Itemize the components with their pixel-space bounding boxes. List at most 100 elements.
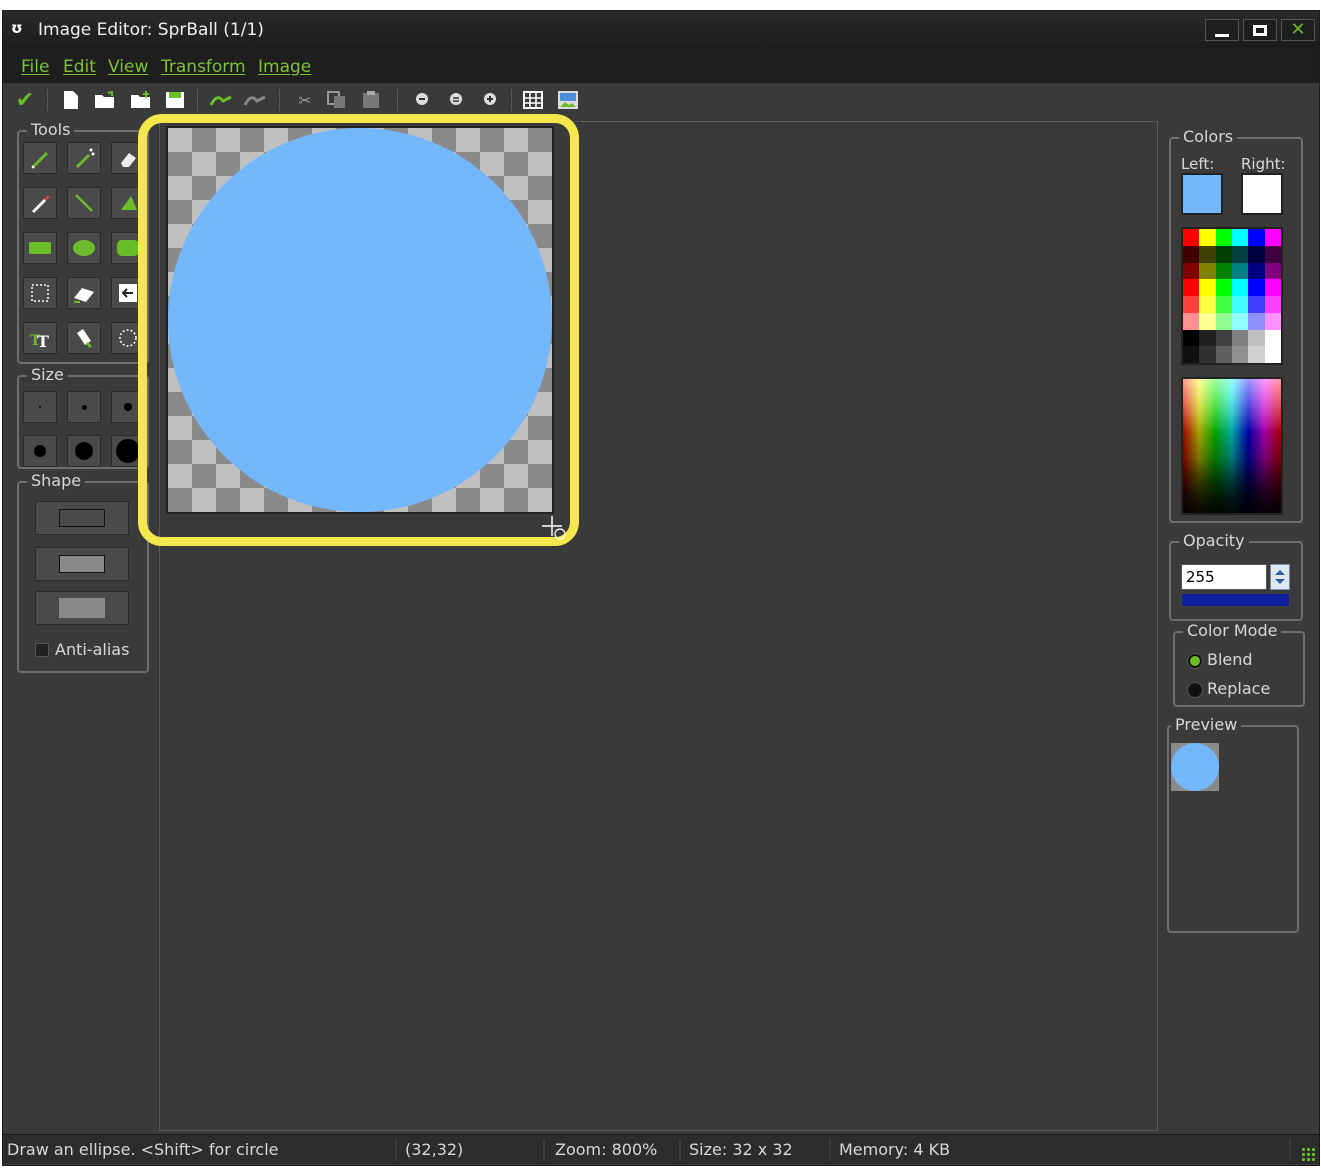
palette-swatch[interactable] (1248, 296, 1265, 313)
copy-icon[interactable] (325, 88, 349, 112)
palette-swatch[interactable] (1183, 329, 1200, 347)
select-rect-tool-button[interactable] (23, 277, 57, 309)
color-palette[interactable] (1181, 227, 1283, 365)
palette-swatch[interactable] (1232, 262, 1249, 280)
zoom-out-icon[interactable] (411, 88, 435, 112)
palette-swatch[interactable] (1264, 346, 1281, 363)
palette-swatch[interactable] (1215, 296, 1232, 313)
palette-swatch[interactable] (1232, 279, 1249, 296)
color-picker-tool-button[interactable] (23, 187, 57, 219)
close-button[interactable]: ✕ (1281, 19, 1315, 41)
menu-image[interactable]: Image (258, 57, 311, 77)
palette-swatch[interactable] (1248, 262, 1265, 280)
left-color-swatch[interactable] (1181, 173, 1223, 215)
palette-swatch[interactable] (1264, 329, 1281, 347)
palette-swatch[interactable] (1232, 245, 1249, 263)
palette-swatch[interactable] (1215, 329, 1232, 347)
rectangle-tool-button[interactable] (23, 232, 57, 264)
opacity-slider[interactable] (1181, 593, 1290, 607)
palette-swatch[interactable] (1264, 262, 1281, 280)
menu-transform[interactable]: Transform (161, 57, 246, 77)
palette-swatch[interactable] (1248, 312, 1265, 330)
palette-swatch[interactable] (1199, 245, 1216, 263)
size-1-button[interactable] (23, 391, 57, 423)
palette-swatch[interactable] (1232, 329, 1249, 347)
pencil-tool-button[interactable] (23, 142, 57, 174)
undo-icon[interactable] (209, 88, 233, 112)
palette-swatch[interactable] (1183, 296, 1200, 313)
palette-swatch[interactable] (1215, 346, 1232, 363)
palette-swatch[interactable] (1248, 329, 1265, 347)
cut-icon[interactable]: ✂ (293, 88, 317, 112)
shape-outline-button[interactable] (35, 501, 129, 535)
grid-icon[interactable] (521, 88, 545, 112)
palette-swatch[interactable] (1183, 279, 1200, 296)
palette-swatch[interactable] (1264, 279, 1281, 296)
size-5-button[interactable] (67, 435, 101, 467)
palette-swatch[interactable] (1248, 279, 1265, 296)
blend-radio[interactable] (1187, 653, 1203, 669)
redo-icon[interactable] (243, 88, 267, 112)
palette-swatch[interactable] (1264, 312, 1281, 330)
fill-tool-button[interactable] (67, 322, 101, 354)
close-icon: ✕ (1290, 19, 1306, 40)
palette-swatch[interactable] (1215, 229, 1232, 246)
palette-swatch[interactable] (1199, 329, 1216, 347)
palette-swatch[interactable] (1199, 262, 1216, 280)
palette-swatch[interactable] (1215, 245, 1232, 263)
palette-swatch[interactable] (1215, 262, 1232, 280)
palette-swatch[interactable] (1264, 229, 1281, 246)
shape-fill-button[interactable] (35, 591, 129, 625)
size-2-button[interactable] (67, 391, 101, 423)
menu-view[interactable]: View (108, 57, 148, 77)
palette-swatch[interactable] (1183, 312, 1200, 330)
palette-swatch[interactable] (1232, 229, 1249, 246)
palette-swatch[interactable] (1199, 279, 1216, 296)
right-color-swatch[interactable] (1241, 173, 1283, 215)
palette-swatch[interactable] (1232, 346, 1249, 363)
palette-swatch[interactable] (1264, 245, 1281, 263)
palette-swatch[interactable] (1248, 245, 1265, 263)
replace-radio[interactable] (1187, 682, 1203, 698)
confirm-check-icon[interactable]: ✔ (13, 88, 37, 113)
import-icon[interactable] (129, 88, 153, 112)
palette-swatch[interactable] (1183, 262, 1200, 280)
antialias-checkbox[interactable] (35, 643, 49, 657)
menu-edit[interactable]: Edit (63, 57, 96, 77)
shape-outline-fill-button[interactable] (35, 547, 129, 581)
menu-file[interactable]: File (21, 57, 49, 77)
palette-swatch[interactable] (1199, 229, 1216, 246)
resize-grip-icon[interactable] (1301, 1147, 1315, 1161)
magic-wand-tool-button[interactable] (67, 277, 101, 309)
opacity-spinner[interactable] (1270, 564, 1290, 590)
spray-tool-button[interactable] (67, 142, 101, 174)
palette-swatch[interactable] (1232, 296, 1249, 313)
palette-swatch[interactable] (1183, 346, 1200, 363)
save-icon[interactable] (163, 88, 187, 112)
text-tool-button[interactable]: TT (23, 322, 57, 354)
palette-swatch[interactable] (1199, 346, 1216, 363)
ellipse-tool-button[interactable] (67, 232, 101, 264)
palette-swatch[interactable] (1248, 229, 1265, 246)
palette-swatch[interactable] (1199, 296, 1216, 313)
palette-swatch[interactable] (1199, 312, 1216, 330)
zoom-reset-icon[interactable] (445, 88, 469, 112)
zoom-in-icon[interactable] (479, 88, 503, 112)
opacity-input[interactable] (1181, 564, 1267, 590)
color-spectrum[interactable] (1181, 377, 1283, 515)
maximize-button[interactable] (1243, 19, 1277, 41)
palette-swatch[interactable] (1215, 279, 1232, 296)
open-file-icon[interactable] (93, 88, 117, 112)
paste-icon[interactable] (359, 88, 383, 112)
line-tool-button[interactable] (67, 187, 101, 219)
palette-swatch[interactable] (1248, 346, 1265, 363)
new-file-icon[interactable] (59, 88, 83, 112)
size-4-button[interactable] (23, 435, 57, 467)
image-properties-icon[interactable] (556, 88, 580, 112)
palette-swatch[interactable] (1183, 229, 1200, 246)
palette-swatch[interactable] (1232, 312, 1249, 330)
palette-swatch[interactable] (1215, 312, 1232, 330)
palette-swatch[interactable] (1264, 296, 1281, 313)
minimize-button[interactable] (1205, 19, 1239, 41)
palette-swatch[interactable] (1183, 245, 1200, 263)
